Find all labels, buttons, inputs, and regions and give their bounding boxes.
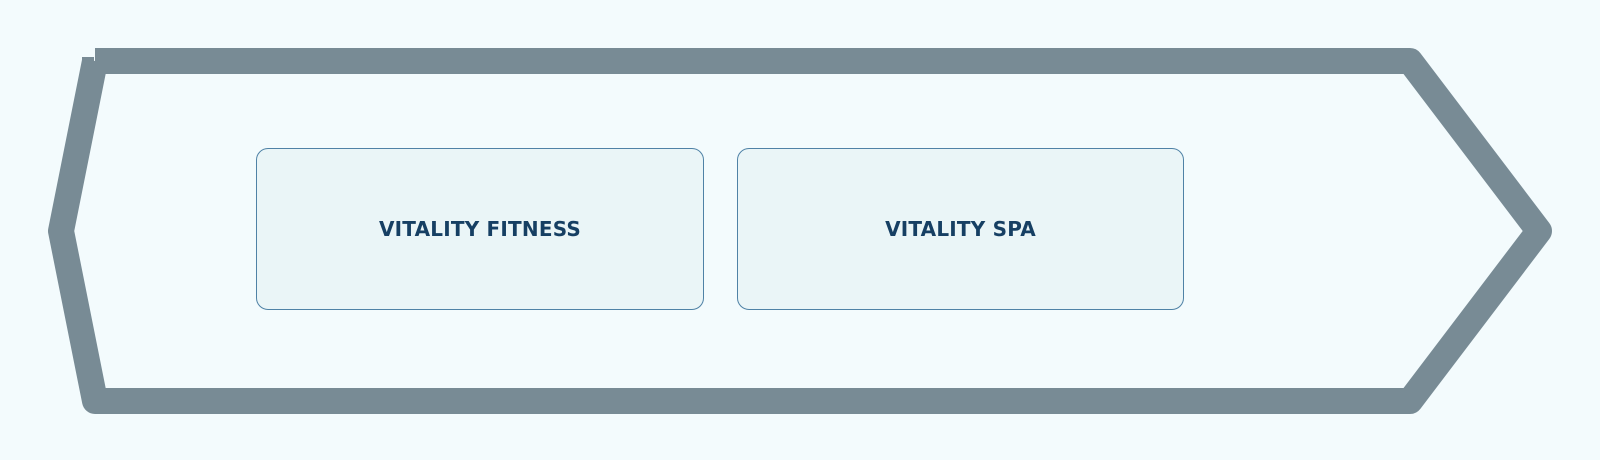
banner-corner-mark <box>82 57 94 64</box>
diagram-canvas: VITALITY FITNESS VITALITY SPA <box>0 0 1600 460</box>
vitality-fitness-label: VITALITY FITNESS <box>378 217 582 241</box>
vitality-spa-label: VITALITY SPA <box>885 217 1036 241</box>
vitality-spa-card[interactable]: VITALITY SPA <box>737 148 1184 310</box>
vitality-fitness-card[interactable]: VITALITY FITNESS <box>256 148 704 310</box>
